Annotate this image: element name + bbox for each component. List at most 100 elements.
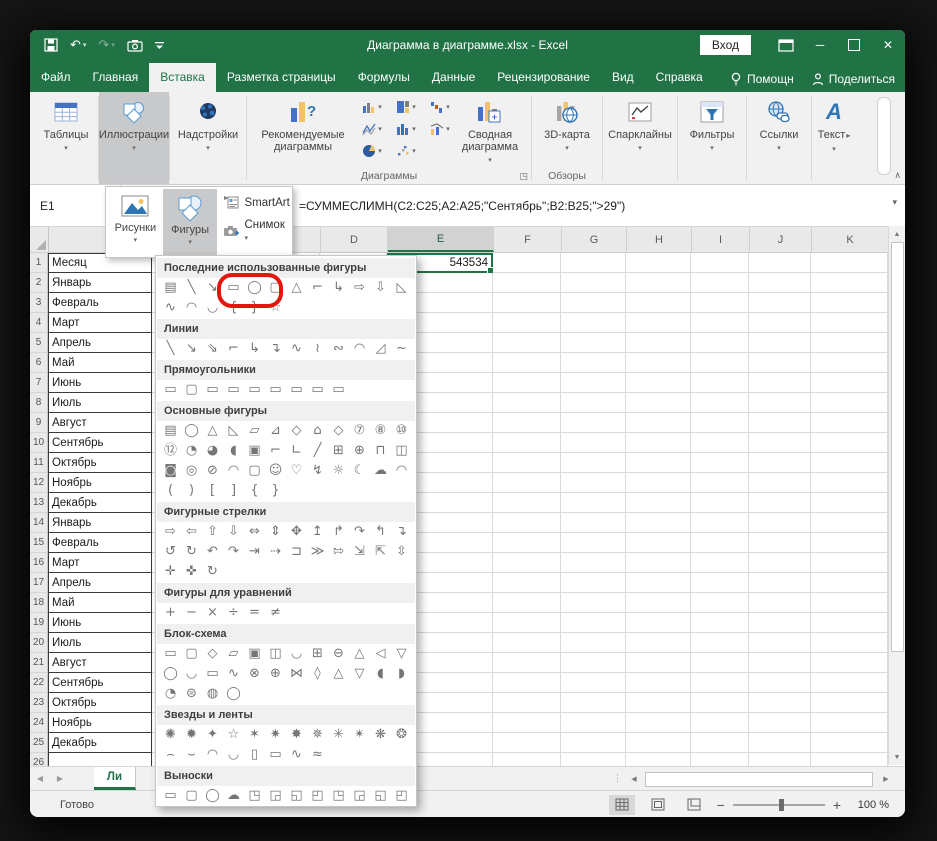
shape-icon[interactable]: ⇱ xyxy=(370,542,391,562)
camera-icon[interactable] xyxy=(127,39,143,52)
shape-icon[interactable]: ⇧ xyxy=(202,522,223,542)
shape-icon[interactable]: ◺ xyxy=(391,278,412,298)
grid-cell[interactable] xyxy=(749,673,811,693)
grid-cell[interactable] xyxy=(561,713,626,733)
shape-icon[interactable]: ⊜ xyxy=(181,684,202,704)
tab-help[interactable]: Справка xyxy=(645,63,714,92)
shape-icon[interactable]: ◯ xyxy=(202,786,223,806)
tab-insert[interactable]: Вставка xyxy=(149,63,216,92)
row-header[interactable]: 4 xyxy=(30,313,48,333)
select-all-corner[interactable] xyxy=(30,227,49,252)
grid-cell[interactable] xyxy=(626,453,691,473)
shape-icon[interactable]: ⇨ xyxy=(349,278,370,298)
row-header[interactable]: 12 xyxy=(30,473,48,493)
month-cell[interactable]: Сентябрь xyxy=(48,673,152,693)
grid-cell[interactable] xyxy=(626,533,691,553)
shape-icon[interactable]: ∿ xyxy=(286,339,307,359)
tab-view[interactable]: Вид xyxy=(601,63,645,92)
column-header-H[interactable]: H xyxy=(627,227,692,252)
share-item[interactable]: Поделиться xyxy=(812,72,895,86)
shape-icon[interactable]: ◠ xyxy=(349,339,370,359)
row-header[interactable]: 1 xyxy=(30,253,48,273)
tab-formulas[interactable]: Формулы xyxy=(347,63,421,92)
shape-icon[interactable]: ⊿ xyxy=(265,421,286,441)
shape-icon[interactable]: ⇲ xyxy=(349,542,370,562)
grid-cell[interactable] xyxy=(691,653,749,673)
grid-cell[interactable] xyxy=(811,493,888,513)
month-cell[interactable]: Июль xyxy=(48,633,152,653)
grid-cell[interactable] xyxy=(626,733,691,753)
horizontal-scroll-thumb[interactable] xyxy=(645,771,873,787)
grid-cell[interactable] xyxy=(749,493,811,513)
shape-icon[interactable]: ⌐ xyxy=(223,339,244,359)
formula-bar-expand-icon[interactable]: ▾ xyxy=(892,197,897,208)
text-button[interactable]: A Текст▸ ▾ xyxy=(818,92,851,156)
grid-cell[interactable] xyxy=(811,653,888,673)
shape-icon[interactable]: ☁ xyxy=(370,461,391,481)
shape-icon[interactable]: ✳ xyxy=(328,725,349,745)
shape-icon[interactable]: ◯ xyxy=(223,684,244,704)
tab-review[interactable]: Рецензирование xyxy=(486,63,601,92)
month-cell[interactable]: Февраль xyxy=(48,293,152,313)
shape-icon[interactable]: ✹ xyxy=(181,725,202,745)
shape-icon[interactable]: ↷ xyxy=(223,542,244,562)
grid-cell[interactable] xyxy=(561,453,626,473)
grid-cell[interactable] xyxy=(626,413,691,433)
grid-cell[interactable] xyxy=(749,353,811,373)
grid-cell[interactable] xyxy=(561,733,626,753)
grid-cell[interactable] xyxy=(691,313,749,333)
shape-icon[interactable]: ◺ xyxy=(223,421,244,441)
shape-icon[interactable]: + xyxy=(160,603,181,623)
month-cell[interactable]: Октябрь xyxy=(48,693,152,713)
grid-cell[interactable] xyxy=(811,713,888,733)
grid-cell[interactable] xyxy=(811,353,888,373)
shape-icon[interactable]: ▭ xyxy=(286,380,307,400)
shape-icon[interactable]: ☁ xyxy=(223,786,244,806)
shape-icon[interactable]: △ xyxy=(328,664,349,684)
grid-cell[interactable] xyxy=(691,673,749,693)
grid-cell[interactable] xyxy=(749,633,811,653)
row-header[interactable]: 6 xyxy=(30,353,48,373)
shape-icon[interactable]: ~ xyxy=(391,339,412,359)
grid-cell[interactable] xyxy=(691,533,749,553)
grid-cell[interactable] xyxy=(691,733,749,753)
grid-cell[interactable] xyxy=(811,553,888,573)
shape-icon[interactable]: ▢ xyxy=(181,380,202,400)
grid-cell[interactable] xyxy=(493,453,561,473)
zoom-slider[interactable] xyxy=(732,798,825,811)
undo-button[interactable]: ↶ ▾ xyxy=(70,37,86,53)
shape-icon[interactable]: ☾ xyxy=(349,461,370,481)
grid-cell[interactable] xyxy=(749,253,811,273)
grid-cell[interactable] xyxy=(691,353,749,373)
grid-cell[interactable] xyxy=(561,273,626,293)
shape-icon[interactable]: ✛ xyxy=(160,562,181,582)
row-header[interactable]: 17 xyxy=(30,573,48,593)
shape-icon[interactable]: ⇘ xyxy=(202,339,223,359)
shape-icon[interactable]: ⇔ xyxy=(244,522,265,542)
grid-cell[interactable] xyxy=(626,333,691,353)
column-header-G[interactable]: G xyxy=(562,227,627,252)
grid-cell[interactable] xyxy=(493,713,561,733)
screenshot-button[interactable]: Снимок ▾ xyxy=(223,219,290,243)
grid-cell[interactable] xyxy=(626,553,691,573)
shape-icon[interactable]: ╲ xyxy=(160,339,181,359)
grid-cell[interactable] xyxy=(626,673,691,693)
scatter-chart-button[interactable]: ▾ xyxy=(389,140,423,162)
shape-icon[interactable]: ◿ xyxy=(370,339,391,359)
shape-icon[interactable]: ♡ xyxy=(286,461,307,481)
shape-icon[interactable]: ▭ xyxy=(202,664,223,684)
shape-icon[interactable]: ⊗ xyxy=(244,664,265,684)
grid-cell[interactable] xyxy=(561,613,626,633)
grid-cell[interactable] xyxy=(561,353,626,373)
month-cell[interactable]: Август xyxy=(48,413,152,433)
grid-cell[interactable] xyxy=(626,573,691,593)
shape-icon[interactable]: ⊘ xyxy=(202,461,223,481)
grid-cell[interactable] xyxy=(811,533,888,553)
tables-button[interactable]: Таблицы ▾ xyxy=(44,92,88,155)
grid-cell[interactable] xyxy=(691,253,749,273)
shape-icon[interactable]: ↻ xyxy=(202,562,223,582)
row-header[interactable]: 2 xyxy=(30,273,48,293)
row-header[interactable]: 19 xyxy=(30,613,48,633)
customize-qat-button[interactable] xyxy=(154,41,164,50)
shape-icon[interactable]: △ xyxy=(349,644,370,664)
